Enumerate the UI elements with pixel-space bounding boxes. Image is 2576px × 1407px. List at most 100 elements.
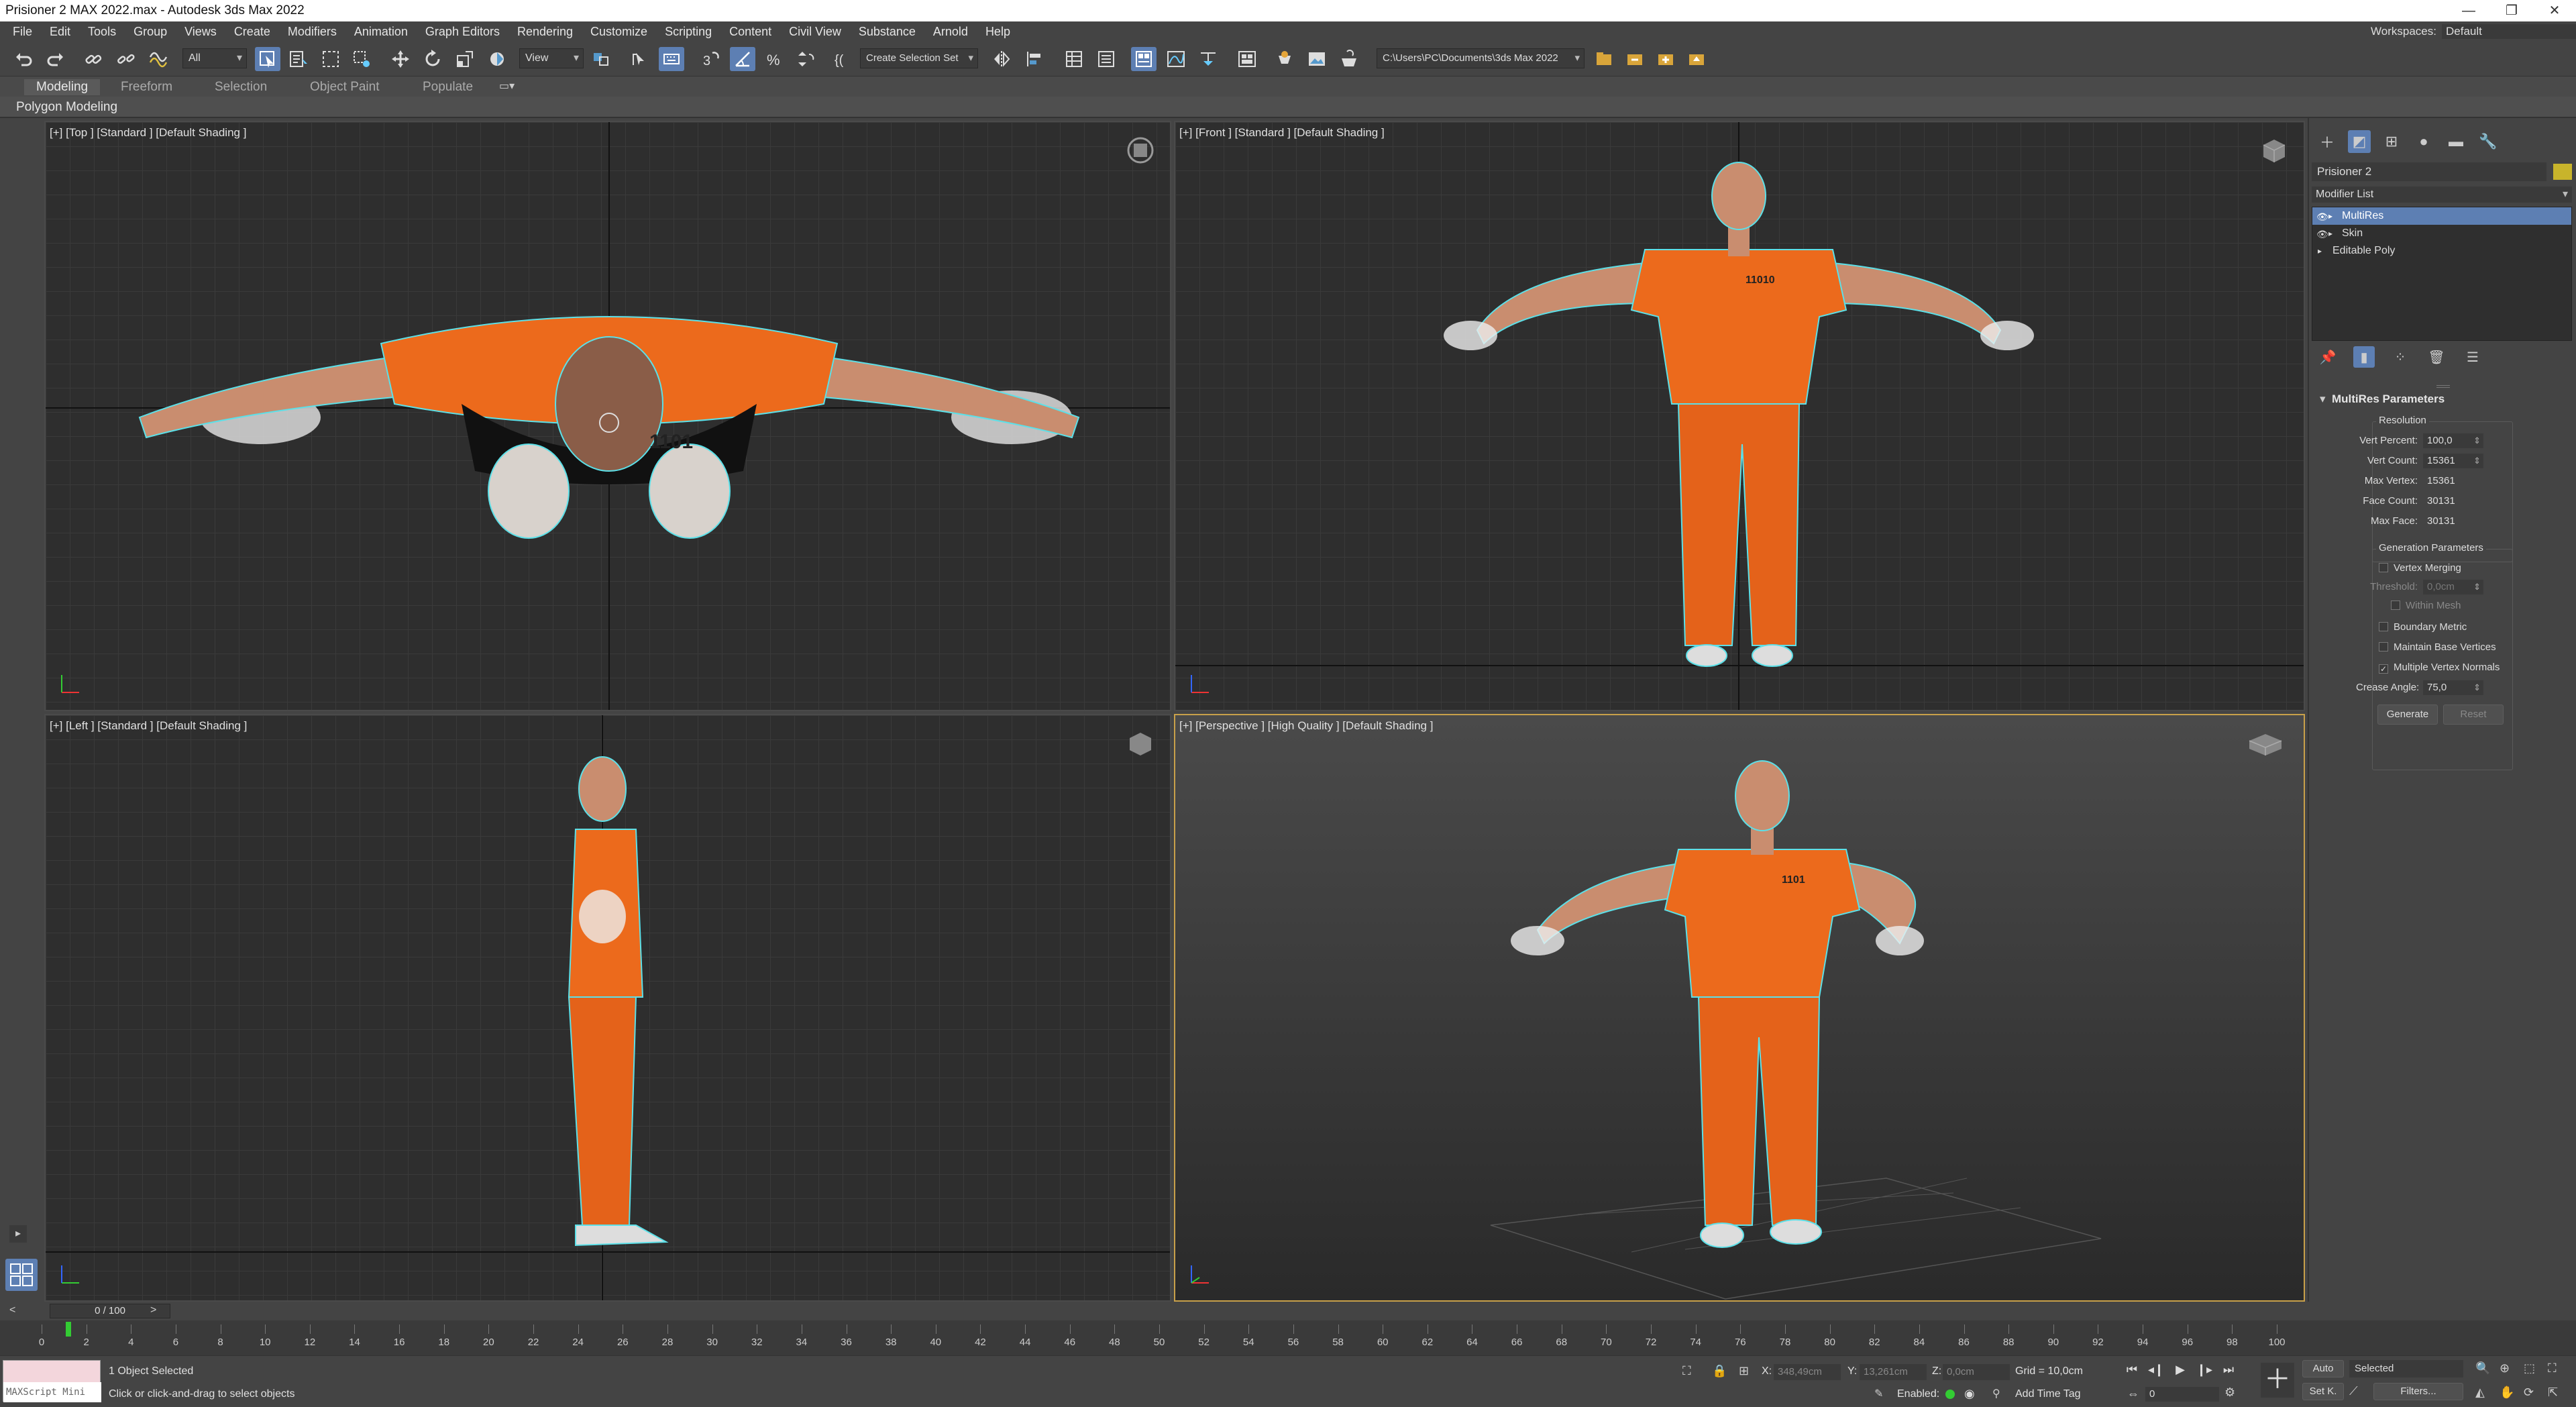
render-setup-icon[interactable]	[1272, 47, 1297, 71]
modify-tab-icon[interactable]: ◩	[2348, 130, 2371, 153]
show-end-result-icon[interactable]: ▮	[2353, 346, 2375, 368]
stack-item-skin[interactable]: 👁 ▸ Skin	[2312, 225, 2571, 242]
y-coordinate-field[interactable]: 13,261cm	[1860, 1364, 1927, 1380]
eye-icon[interactable]: 👁	[2316, 208, 2328, 225]
link-icon[interactable]	[80, 47, 106, 71]
selection-lock-icon[interactable]: 🔒	[1712, 1364, 1727, 1378]
menu-civil-view[interactable]: Civil View	[780, 25, 850, 39]
toggle-icon[interactable]: ◉	[1964, 1387, 1975, 1401]
expand-layout-icon[interactable]: ▸	[9, 1225, 27, 1243]
configure-modifier-sets-icon[interactable]: ☰	[2462, 346, 2483, 368]
ribbon-minimize-icon[interactable]: ▭▾	[499, 79, 515, 92]
mirror-icon[interactable]	[989, 47, 1014, 71]
zoom-extents-icon[interactable]: ⬚	[2524, 1361, 2535, 1375]
modifier-list-dropdown[interactable]: Modifier List ▾	[2312, 187, 2572, 203]
bind-space-warp-icon[interactable]	[145, 47, 170, 71]
curve-editor-icon[interactable]	[1163, 47, 1189, 71]
project-icon-1[interactable]	[1591, 47, 1617, 71]
object-color-swatch[interactable]	[2553, 164, 2572, 180]
select-manipulate-icon[interactable]	[627, 47, 652, 71]
create-tab-icon[interactable]: ＋	[2316, 130, 2339, 153]
default-in-out-tangents-icon[interactable]: ⟋	[2349, 1384, 2358, 1398]
field-of-view-icon[interactable]: ◭	[2475, 1386, 2485, 1400]
menu-customize[interactable]: Customize	[582, 25, 656, 39]
rotate-icon[interactable]	[420, 47, 445, 71]
object-name-field[interactable]: Prisioner 2	[2312, 162, 2546, 181]
current-time-marker[interactable]	[66, 1322, 71, 1337]
hierarchy-tab-icon[interactable]: ⊞	[2380, 130, 2403, 153]
ribbon-tab-object-paint[interactable]: Object Paint	[298, 79, 392, 95]
menu-file[interactable]: File	[4, 25, 41, 39]
ribbon-panel-label[interactable]: Polygon Modeling	[16, 100, 117, 115]
expand-arrow-icon[interactable]: ▸	[2318, 242, 2322, 260]
percent-snap-icon[interactable]: %	[762, 47, 788, 71]
ribbon-tab-modeling[interactable]: Modeling	[24, 79, 101, 95]
go-to-start-icon[interactable]: ⏮	[2123, 1360, 2141, 1379]
multiple-vertex-normals-checkbox[interactable]: ✓ Multiple Vertex Normals	[2379, 662, 2500, 674]
menu-arnold[interactable]: Arnold	[924, 25, 977, 39]
ribbon-tab-freeform[interactable]: Freeform	[109, 79, 184, 95]
set-key-button[interactable]: Set K.	[2302, 1383, 2344, 1400]
viewport-top[interactable]: [+] [Top ] [Standard ] [Default Shading …	[44, 121, 1171, 711]
edit-named-selection-icon[interactable]: {(	[829, 47, 855, 71]
add-time-tag[interactable]: Add Time Tag	[2015, 1388, 2081, 1400]
menu-content[interactable]: Content	[720, 25, 780, 39]
utilities-tab-icon[interactable]: 🔧	[2477, 130, 2500, 153]
angle-snap-icon[interactable]	[730, 47, 755, 71]
pin-stack-icon[interactable]: 📌	[2317, 346, 2339, 368]
menu-rendering[interactable]: Rendering	[508, 25, 582, 39]
stack-item-multires[interactable]: 👁 ▸ MultiRes	[2312, 207, 2571, 225]
previous-key-icon[interactable]: ◂❙	[2147, 1360, 2165, 1379]
spinner-snap-icon[interactable]	[793, 47, 818, 71]
display-tab-icon[interactable]: ▬	[2445, 130, 2467, 153]
rollout-title[interactable]: MultiRes Parameters	[2312, 389, 2572, 409]
menu-views[interactable]: Views	[176, 25, 225, 39]
maxscript-mini-field[interactable]: MAXScript Mini	[3, 1382, 101, 1402]
selection-filter-dropdown[interactable]: All	[182, 48, 247, 68]
scale-icon[interactable]	[452, 47, 478, 71]
rendered-frame-window-icon[interactable]	[1304, 47, 1330, 71]
vert-percent-spinner[interactable]: 100,0	[2423, 433, 2483, 448]
snaps-toggle-icon[interactable]: 3	[698, 47, 723, 71]
menu-modifiers[interactable]: Modifiers	[279, 25, 345, 39]
previous-frame-icon[interactable]: <	[9, 1304, 15, 1316]
keyboard-shortcut-override-icon[interactable]	[659, 47, 684, 71]
menu-substance[interactable]: Substance	[850, 25, 924, 39]
remove-modifier-icon[interactable]: 🗑	[2426, 346, 2447, 368]
pan-view-icon[interactable]: ✋	[2500, 1386, 2514, 1400]
stack-item-editable-poly[interactable]: ▸ Editable Poly	[2312, 242, 2571, 260]
menu-edit[interactable]: Edit	[41, 25, 79, 39]
expand-arrow-icon[interactable]: ▸	[2328, 207, 2332, 225]
zoom-icon[interactable]: 🔍	[2475, 1361, 2490, 1375]
workspaces-dropdown[interactable]: Default	[2442, 24, 2576, 39]
next-frame-icon[interactable]: >	[150, 1304, 156, 1316]
minimize-button[interactable]: —	[2447, 0, 2490, 21]
vert-count-spinner[interactable]: 15361	[2423, 454, 2483, 468]
current-frame-field[interactable]: 0	[2145, 1387, 2219, 1402]
restore-button[interactable]: ❐	[2490, 0, 2533, 21]
z-coordinate-field[interactable]: 0,0cm	[1943, 1364, 2010, 1380]
close-button[interactable]: ✕	[2533, 0, 2576, 21]
unlink-icon[interactable]	[113, 47, 138, 71]
enabled-indicator[interactable]	[1945, 1390, 1955, 1399]
x-coordinate-field[interactable]: 348,49cm	[1774, 1364, 1841, 1380]
select-object-icon[interactable]	[255, 47, 280, 71]
eye-icon[interactable]: 👁	[2316, 225, 2328, 243]
auto-key-button[interactable]: Auto	[2302, 1360, 2344, 1377]
vertex-merging-checkbox[interactable]: Vertex Merging	[2379, 562, 2461, 574]
menu-animation[interactable]: Animation	[345, 25, 417, 39]
material-editor-icon[interactable]	[1234, 47, 1260, 71]
viewport-left[interactable]: [+] [Left ] [Standard ] [Default Shading…	[44, 714, 1171, 1302]
menu-help[interactable]: Help	[977, 25, 1019, 39]
generate-button[interactable]: Generate	[2377, 705, 2438, 725]
viewport-layout-icon[interactable]	[5, 1259, 38, 1291]
motion-tab-icon[interactable]: ●	[2412, 130, 2435, 153]
viewport-perspective[interactable]: [+] [Perspective ] [High Quality ] [Defa…	[1174, 714, 2305, 1302]
menu-create[interactable]: Create	[225, 25, 279, 39]
project-icon-3[interactable]	[1653, 47, 1678, 71]
expand-arrow-icon[interactable]: ▸	[2328, 225, 2332, 242]
track-bar[interactable]: 0 2 4 6 8 10 12 14 16 18 20 22 24 26 28 30 32 34 36 38 40 42 4…	[0, 1320, 2576, 1355]
maintain-base-vertices-checkbox[interactable]: Maintain Base Vertices	[2379, 641, 2496, 653]
layer-explorer-icon[interactable]	[1093, 47, 1119, 71]
zoom-all-icon[interactable]: ⊕	[2500, 1361, 2510, 1375]
